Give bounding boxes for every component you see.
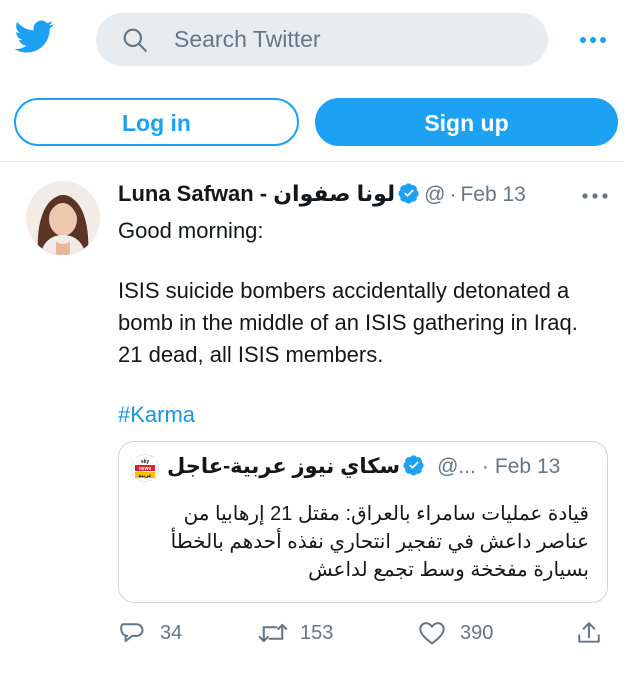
tweet-text-line: Good morning: — [118, 218, 264, 243]
more-horizontal-icon[interactable] — [578, 30, 608, 50]
verified-badge-icon — [403, 455, 424, 476]
quoted-author-handle[interactable]: @... — [437, 455, 476, 478]
like-count: 390 — [460, 622, 494, 644]
search-input[interactable] — [174, 21, 534, 58]
author-handle[interactable]: @ — [424, 183, 445, 206]
tweet-text-line: ISIS suicide bombers accidentally detona… — [118, 278, 578, 367]
quoted-header: سكاي نيوز عربية-عاجل @... · Feb 13 — [167, 454, 595, 484]
twitter-bird-icon[interactable] — [14, 20, 54, 54]
verified-badge-icon — [398, 183, 419, 204]
logo-text-arabic: عربية — [138, 473, 151, 479]
share-button[interactable] — [576, 617, 608, 649]
logo-text-news: news — [139, 466, 152, 472]
login-button[interactable]: Log in — [14, 98, 299, 146]
top-bar — [0, 0, 624, 84]
tweet-date[interactable]: Feb 13 — [460, 183, 525, 206]
quoted-separator: · — [481, 455, 489, 478]
signup-button[interactable]: Sign up — [315, 98, 618, 146]
share-icon — [578, 622, 600, 643]
retweet-count: 153 — [300, 622, 334, 644]
hashtag-link[interactable]: #Karma — [118, 402, 195, 427]
tweet-card[interactable]: Luna Safwan - لونا صفوان @ · Feb 13 Good mo… — [0, 163, 624, 680]
reply-icon — [120, 623, 144, 643]
quoted-text: قيادة عمليات سامراء بالعراق: مقتل 21 إره… — [170, 503, 589, 581]
avatar[interactable] — [26, 181, 100, 255]
reply-button[interactable]: 34 — [118, 617, 228, 649]
search-box[interactable] — [96, 13, 548, 66]
author-name[interactable]: Luna Safwan - لونا صفوان — [118, 181, 395, 206]
quoted-date[interactable]: Feb 13 — [495, 455, 560, 478]
tweet-header: Luna Safwan - لونا صفوان @ · Feb 13 — [118, 181, 558, 211]
retweet-button[interactable]: 153 — [258, 617, 378, 649]
tweet-actions: 34 153 390 — [118, 617, 608, 649]
quoted-tweet[interactable]: sky news عربية سكاي نيوز عربية-عاجل @... ·… — [118, 441, 608, 603]
avatar-image — [26, 181, 100, 255]
like-button[interactable]: 390 — [418, 617, 538, 649]
auth-bar: Log in Sign up — [0, 84, 624, 162]
quoted-author-name[interactable]: سكاي نيوز عربية-عاجل — [167, 455, 400, 478]
more-horizontal-icon[interactable] — [580, 185, 610, 207]
reply-count: 34 — [160, 622, 183, 644]
search-icon — [123, 28, 147, 52]
retweet-icon — [258, 623, 288, 643]
header-separator: · — [449, 183, 457, 206]
tweet-text: Good morning: ISIS suicide bombers accid… — [118, 215, 608, 431]
logo-text-sky: sky — [141, 459, 150, 465]
sky-news-arabia-logo: sky news عربية — [131, 454, 159, 482]
heart-icon — [419, 622, 445, 645]
